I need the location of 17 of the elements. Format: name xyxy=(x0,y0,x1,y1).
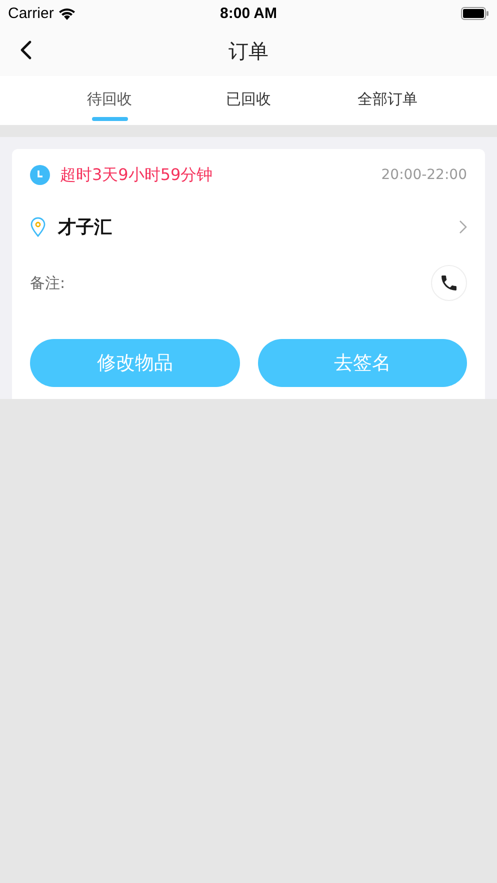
order-tab[interactable]: 已回收 xyxy=(179,76,318,125)
phone-icon xyxy=(439,273,459,293)
carrier-name: Carrier xyxy=(8,4,54,22)
order-tab[interactable]: 待回收 xyxy=(40,76,179,125)
overdue-text: 超时3天9小时59分钟 xyxy=(60,164,214,186)
battery-icon xyxy=(461,6,489,20)
phone-button[interactable] xyxy=(431,265,467,301)
clock-icon xyxy=(30,165,50,185)
note-label: 备注: xyxy=(30,274,66,292)
back-icon[interactable] xyxy=(20,40,32,60)
time-slot: 20:00-22:00 xyxy=(381,167,467,183)
location-pin-icon xyxy=(30,217,46,237)
clock-time: 8:00 AM xyxy=(220,4,277,22)
order-tab[interactable]: 全部订单 xyxy=(318,76,457,125)
wifi-icon xyxy=(58,6,76,20)
place-name[interactable]: 才子汇 xyxy=(58,215,447,239)
page-title: 订单 xyxy=(228,38,268,64)
